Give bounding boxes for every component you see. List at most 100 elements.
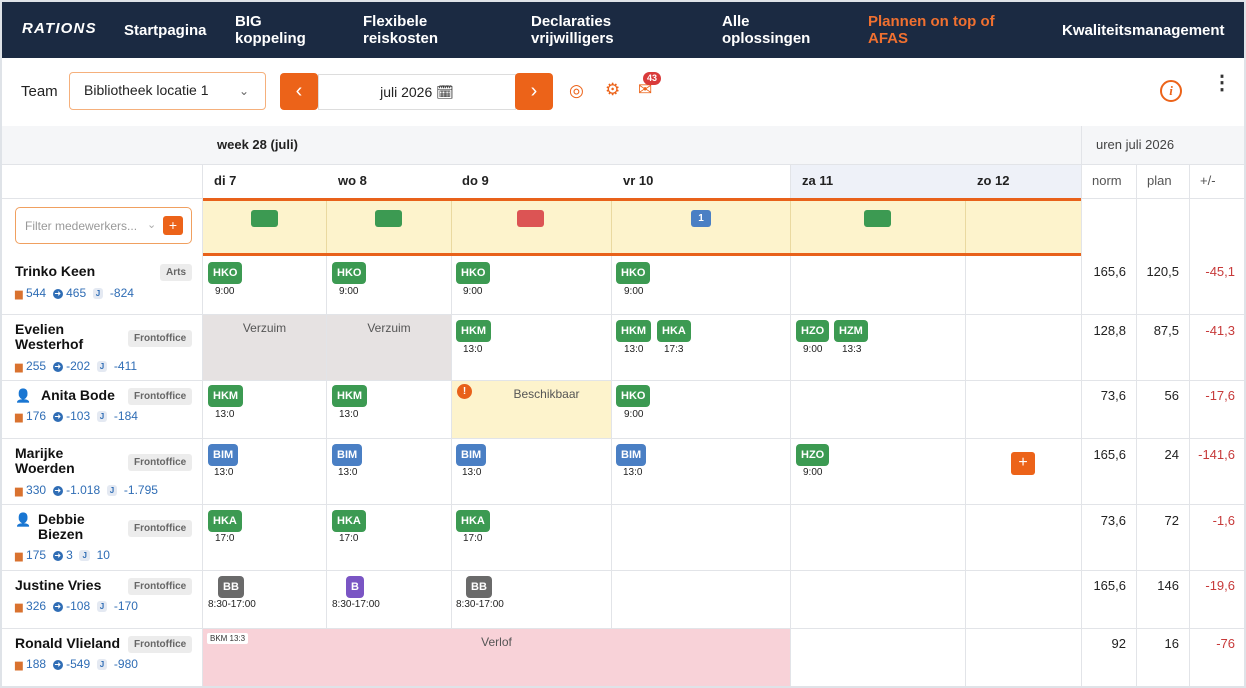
shift-chip[interactable]: HKA (208, 510, 242, 532)
target-icon[interactable]: ◎ (569, 81, 584, 101)
employee-stats: ▆ 176 ➜ -103 J -184 (15, 409, 138, 423)
shift-chip[interactable]: HZO (796, 444, 830, 466)
add-filter-button[interactable]: + (163, 216, 183, 235)
shift-time: 13:3 (842, 344, 862, 355)
shift-chip[interactable]: HKO (616, 385, 651, 407)
chevron-down-icon: ⌄ (238, 84, 249, 98)
employee-name[interactable]: Marijke Woerden (15, 446, 75, 476)
nav-item-alle-oplossingen[interactable]: Alle oplossingen (722, 13, 810, 47)
add-shift-button[interactable]: + (1011, 452, 1035, 475)
plan-value: 16 (1164, 636, 1179, 651)
team-select-value: Bibliotheek locatie 1 (84, 82, 209, 98)
j-icon: J (96, 411, 108, 422)
norm-value: 128,8 (1093, 323, 1126, 338)
info-icon[interactable]: i (1160, 80, 1182, 102)
coverage-indicator-warning[interactable] (517, 210, 544, 227)
month-picker[interactable]: juli 2026 🗓 (318, 74, 516, 110)
more-icon[interactable]: ⋮ (1212, 73, 1232, 93)
shift-chip[interactable]: HKM (332, 385, 368, 407)
week-header-band (2, 126, 1244, 164)
plan-value: 24 (1164, 447, 1179, 462)
j-icon: J (96, 601, 108, 612)
filter-employees-input[interactable]: Filter medewerkers... ⌄ + (15, 207, 192, 244)
employee-name[interactable]: Trinko Keen (15, 264, 95, 279)
role-badge: Arts (160, 264, 193, 281)
employee-stats: ▆ 326 ➜ -108 J -170 (15, 599, 138, 613)
shift-time: 17:0 (339, 533, 359, 544)
role-badge: Frontoffice (128, 520, 193, 537)
briefcase-icon: ▆ (15, 602, 23, 613)
arrow-circle-icon: ➜ (52, 660, 63, 670)
shift-chip[interactable]: BB (466, 576, 492, 598)
shift-chip[interactable]: BB (218, 576, 244, 598)
plan-header: plan (1147, 173, 1172, 188)
nav-item-kwaliteitsmanagement[interactable]: Kwaliteitsmanagement (1062, 22, 1225, 39)
employee-name[interactable]: Anita Bode (41, 388, 115, 403)
shift-chip[interactable]: HZM (834, 320, 868, 342)
norm-value: 165,6 (1093, 578, 1126, 593)
role-badge: Frontoffice (128, 454, 193, 471)
nav-item-big-koppeling[interactable]: BIG koppeling (235, 13, 306, 47)
top-nav: RATIONS Startpagina BIG koppeling Flexibe… (2, 2, 1244, 58)
coverage-indicator-count[interactable]: 1 (691, 210, 711, 227)
chevron-down-icon[interactable]: ⌄ (147, 218, 156, 231)
shift-chip[interactable]: HKA (332, 510, 366, 532)
next-month-button[interactable]: › (515, 73, 553, 110)
norm-value: 92 (1111, 636, 1126, 651)
shift-chip[interactable]: HKM (456, 320, 492, 342)
filter-placeholder: Filter medewerkers... (25, 219, 138, 233)
prev-month-button[interactable]: ‹ (280, 73, 318, 110)
employee-name[interactable]: Ronald Vlieland (15, 636, 120, 651)
absence-block[interactable]: Verzuim (203, 315, 326, 380)
shift-chip[interactable]: BIM (456, 444, 487, 466)
employee-stats: ▆ 188 ➜ -549 J -980 (15, 657, 138, 671)
nav-item-plannen[interactable]: Plannen on top of AFAS (868, 13, 995, 47)
shift-chip[interactable]: BIM (332, 444, 363, 466)
diff-value: -41,3 (1205, 323, 1235, 338)
nav-item-startpagina[interactable]: Startpagina (124, 22, 207, 39)
shift-chip[interactable]: BIM (208, 444, 239, 466)
availability-block[interactable]: Beschikbaar (452, 381, 611, 438)
shift-chip[interactable]: BIM (616, 444, 647, 466)
shift-chip[interactable]: HKO (332, 262, 367, 284)
role-badge: Frontoffice (128, 578, 193, 595)
j-icon: J (79, 550, 90, 561)
shift-time: 8:30-17:00 (208, 599, 256, 610)
shift-chip[interactable]: B (346, 576, 364, 598)
shift-time: 9:00 (215, 286, 235, 297)
shift-chip[interactable]: HKO (616, 262, 651, 284)
shift-time: 13:0 (214, 467, 234, 478)
coverage-indicator[interactable] (251, 210, 278, 227)
shift-time: 9:00 (339, 286, 359, 297)
logo: RATIONS (22, 20, 97, 37)
shift-chip[interactable]: HKA (657, 320, 691, 342)
plan-value: 72 (1164, 513, 1179, 528)
leave-block[interactable]: Verlof (203, 629, 790, 686)
shift-chip[interactable]: HKO (208, 262, 243, 284)
weekend-header (791, 164, 1081, 198)
gear-icon[interactable]: ⚙ (605, 80, 620, 100)
coverage-indicator[interactable] (375, 210, 402, 227)
shift-time: 13:0 (462, 467, 482, 478)
employee-name[interactable]: Debbie Biezen (38, 512, 85, 542)
shift-time: 13:0 (338, 467, 358, 478)
briefcase-icon: ▆ (15, 660, 23, 671)
shift-time: 8:30-17:00 (332, 599, 380, 610)
nav-item-flexibele-reiskosten[interactable]: Flexibele reiskosten (363, 13, 438, 47)
team-select[interactable]: Bibliotheek locatie 1 ⌄ (69, 72, 266, 110)
nav-item-declaraties[interactable]: Declaraties vrijwilligers (531, 13, 614, 47)
employee-name[interactable]: Evelien Westerhof (15, 322, 83, 352)
plan-value: 56 (1164, 388, 1179, 403)
norm-header: norm (1092, 173, 1122, 188)
briefcase-icon: ▆ (15, 289, 23, 300)
coverage-indicator[interactable] (864, 210, 891, 227)
day-header: di 7 (214, 173, 237, 188)
shift-chip[interactable]: HZO (796, 320, 830, 342)
shift-chip[interactable]: HKM (208, 385, 244, 407)
shift-chip[interactable]: HKM (616, 320, 652, 342)
employee-name[interactable]: Justine Vries (15, 578, 101, 593)
shift-chip[interactable]: HKA (456, 510, 490, 532)
plan-value: 87,5 (1153, 323, 1179, 338)
absence-block[interactable]: Verzuim (327, 315, 451, 380)
shift-chip[interactable]: HKO (456, 262, 491, 284)
